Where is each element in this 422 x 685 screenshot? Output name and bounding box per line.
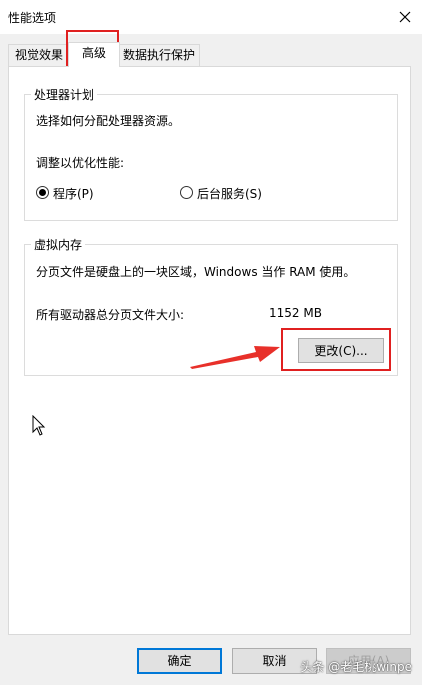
close-icon bbox=[399, 11, 411, 23]
virtual-memory-legend: 虚拟内存 bbox=[31, 236, 86, 253]
window-title: 性能选项 bbox=[8, 11, 57, 25]
processor-scheduling-group: 处理器计划 选择如何分配处理器资源。 调整以优化性能: 程序(P) 后台服务(S… bbox=[24, 86, 398, 221]
title-bar: 性能选项 bbox=[0, 0, 422, 34]
radio-programs-label: 程序(P) bbox=[53, 187, 94, 201]
pointer-arrow-icon bbox=[190, 346, 280, 369]
tab-advanced[interactable]: 高级 bbox=[68, 42, 120, 67]
radio-programs[interactable]: 程序(P) bbox=[36, 185, 156, 201]
radio-background-services[interactable]: 后台服务(S) bbox=[180, 185, 300, 201]
adjust-label: 调整以优化性能: bbox=[36, 156, 125, 170]
change-button[interactable]: 更改(C)... bbox=[298, 338, 384, 363]
processor-description: 选择如何分配处理器资源。 bbox=[36, 114, 181, 128]
radio-programs-indicator bbox=[36, 186, 49, 199]
ok-button[interactable]: 确定 bbox=[137, 648, 222, 674]
processor-legend: 处理器计划 bbox=[31, 86, 98, 103]
radio-background-label: 后台服务(S) bbox=[197, 187, 262, 201]
virtual-memory-description: 分页文件是硬盘上的一块区域，Windows 当作 RAM 使用。 bbox=[36, 265, 356, 279]
paging-total-label: 所有驱动器总分页文件大小: bbox=[36, 308, 185, 322]
paging-total-value: 1152 MB bbox=[269, 306, 322, 320]
tab-data-execution-prevention[interactable]: 数据执行保护 bbox=[118, 44, 200, 66]
radio-background-indicator bbox=[180, 186, 193, 199]
watermark: 头条 @老毛桃winpe bbox=[300, 660, 412, 674]
close-button[interactable] bbox=[388, 0, 422, 34]
tab-visual-effects[interactable]: 视觉效果 bbox=[8, 44, 70, 66]
mouse-cursor-icon bbox=[32, 415, 46, 436]
